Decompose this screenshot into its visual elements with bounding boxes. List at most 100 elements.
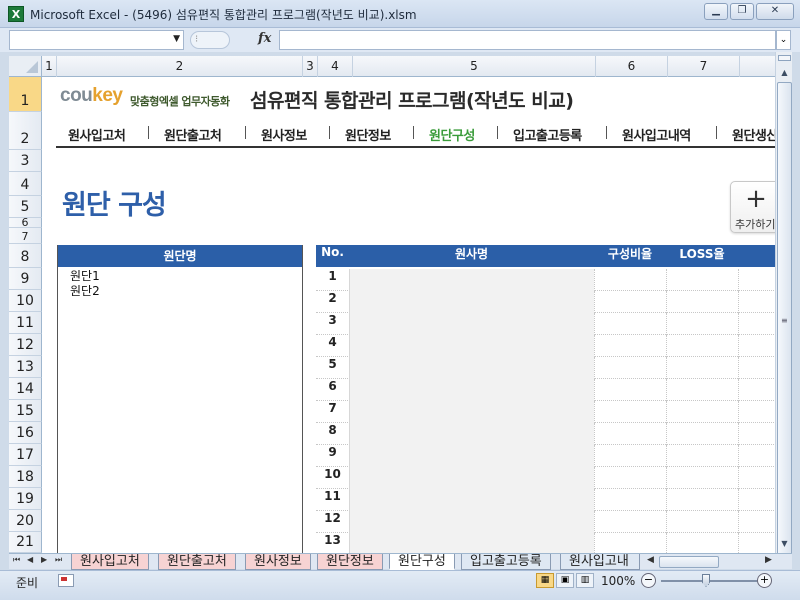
next-sheet-icon[interactable]: ▶ [41, 555, 47, 564]
yarn-name-cell[interactable] [349, 379, 594, 401]
scroll-left-icon[interactable]: ◀ [647, 555, 654, 565]
zoom-out-icon[interactable]: − [641, 573, 656, 588]
first-sheet-icon[interactable]: ⏮ [13, 555, 20, 565]
normal-view-icon[interactable]: ▦ [536, 573, 554, 588]
empty-cell[interactable] [738, 335, 775, 357]
nav-item-fabric-info[interactable]: 원단정보 [345, 125, 391, 144]
loss-cell[interactable] [666, 467, 738, 489]
ratio-cell[interactable] [594, 335, 666, 357]
empty-cell[interactable] [738, 313, 775, 335]
row-header[interactable]: 15 [9, 400, 42, 422]
yarn-name-cell[interactable] [349, 269, 594, 291]
row-header[interactable]: 4 [9, 172, 42, 196]
column-header[interactable]: 2 [57, 56, 303, 77]
sheet-tab-active[interactable]: 원단구성 [389, 554, 455, 570]
ratio-cell[interactable] [594, 357, 666, 379]
ratio-cell[interactable] [594, 467, 666, 489]
table-row[interactable]: 4 [316, 335, 775, 357]
empty-cell[interactable] [738, 511, 775, 533]
last-sheet-icon[interactable]: ⏭ [55, 555, 62, 565]
yarn-name-cell[interactable] [349, 401, 594, 423]
row-header[interactable]: 20 [9, 510, 42, 532]
close-icon[interactable]: ✕ [756, 3, 794, 20]
empty-cell[interactable] [738, 489, 775, 511]
chevron-down-icon[interactable]: ▼ [173, 34, 180, 44]
yarn-name-cell[interactable] [349, 533, 594, 553]
loss-cell[interactable] [666, 445, 738, 467]
yarn-name-cell[interactable] [349, 313, 594, 335]
column-header[interactable]: 3 [303, 56, 318, 77]
list-item[interactable]: 원단1 [70, 269, 302, 284]
nav-item-yarn-supplier[interactable]: 원사입고처 [68, 125, 126, 144]
table-row[interactable]: 12 [316, 511, 775, 533]
yarn-name-cell[interactable] [349, 445, 594, 467]
loss-cell[interactable] [666, 401, 738, 423]
name-box[interactable]: ▼ [9, 30, 184, 50]
table-row[interactable]: 1 [316, 269, 775, 291]
loss-cell[interactable] [666, 423, 738, 445]
split-handle[interactable] [778, 55, 791, 61]
yarn-name-cell[interactable] [349, 489, 594, 511]
loss-cell[interactable] [666, 511, 738, 533]
select-all-corner[interactable] [9, 56, 42, 77]
loss-cell[interactable] [666, 357, 738, 379]
column-header[interactable]: 6 [596, 56, 668, 77]
nav-item-fabric-shipper[interactable]: 원단출고처 [164, 125, 222, 144]
loss-cell[interactable] [666, 335, 738, 357]
ratio-cell[interactable] [594, 379, 666, 401]
loss-cell[interactable] [666, 379, 738, 401]
nav-item-fabric-production[interactable]: 원단생산 [732, 125, 775, 144]
nav-item-fabric-composition[interactable]: 원단구성 [429, 125, 475, 144]
vertical-scrollbar[interactable]: ▲ ≡ ▼ [775, 52, 792, 562]
empty-cell[interactable] [738, 269, 775, 291]
row-header[interactable]: 3 [9, 150, 42, 172]
column-header[interactable]: 4 [318, 56, 353, 77]
ratio-cell[interactable] [594, 533, 666, 553]
row-header[interactable]: 5 [9, 196, 42, 218]
loss-cell[interactable] [666, 489, 738, 511]
empty-cell[interactable] [738, 401, 775, 423]
ratio-cell[interactable] [594, 401, 666, 423]
row-header[interactable]: 7 [9, 228, 42, 244]
table-row[interactable]: 5 [316, 357, 775, 379]
page-break-view-icon[interactable]: ▥ [576, 573, 594, 588]
row-header[interactable]: 8 [9, 244, 42, 268]
table-row[interactable]: 13 [316, 533, 775, 553]
row-header[interactable]: 13 [9, 356, 42, 378]
sheet-tab[interactable]: 원단정보 [317, 554, 383, 570]
prev-sheet-icon[interactable]: ◀ [27, 555, 33, 564]
yarn-name-cell[interactable] [349, 511, 594, 533]
horizontal-scrollbar[interactable]: ◀ ▶ [645, 555, 777, 569]
table-row[interactable]: 8 [316, 423, 775, 445]
ratio-cell[interactable] [594, 269, 666, 291]
sheet-tab[interactable]: 원사입고처 [71, 554, 149, 570]
table-row[interactable]: 10 [316, 467, 775, 489]
sheet-tab[interactable]: 입고출고등록 [461, 554, 551, 570]
table-row[interactable]: 2 [316, 291, 775, 313]
table-row[interactable]: 9 [316, 445, 775, 467]
restore-icon[interactable]: ❐ [730, 3, 754, 20]
row-header[interactable]: 19 [9, 488, 42, 510]
row-header[interactable]: 10 [9, 290, 42, 312]
fabric-list[interactable]: 원단명 원단1 원단2 [57, 245, 303, 553]
row-header[interactable]: 2 [9, 112, 42, 150]
macro-record-icon[interactable] [58, 574, 74, 587]
yarn-name-cell[interactable] [349, 291, 594, 313]
insert-function-icon[interactable]: fx [258, 31, 271, 46]
column-header[interactable]: 5 [353, 56, 596, 77]
row-header[interactable]: 16 [9, 422, 42, 444]
list-item[interactable]: 원단2 [70, 284, 302, 299]
scroll-down-icon[interactable]: ▼ [777, 536, 792, 551]
yarn-name-cell[interactable] [349, 467, 594, 489]
ratio-cell[interactable] [594, 489, 666, 511]
empty-cell[interactable] [738, 357, 775, 379]
empty-cell[interactable] [738, 291, 775, 313]
empty-cell[interactable] [738, 423, 775, 445]
zoom-slider-handle[interactable] [702, 574, 710, 587]
table-row[interactable]: 6 [316, 379, 775, 401]
table-row[interactable]: 3 [316, 313, 775, 335]
zoom-level[interactable]: 100% [601, 574, 635, 588]
sheet-tab[interactable]: 원사정보 [245, 554, 311, 570]
yarn-name-cell[interactable] [349, 423, 594, 445]
sheet-tab[interactable]: 원단출고처 [158, 554, 236, 570]
